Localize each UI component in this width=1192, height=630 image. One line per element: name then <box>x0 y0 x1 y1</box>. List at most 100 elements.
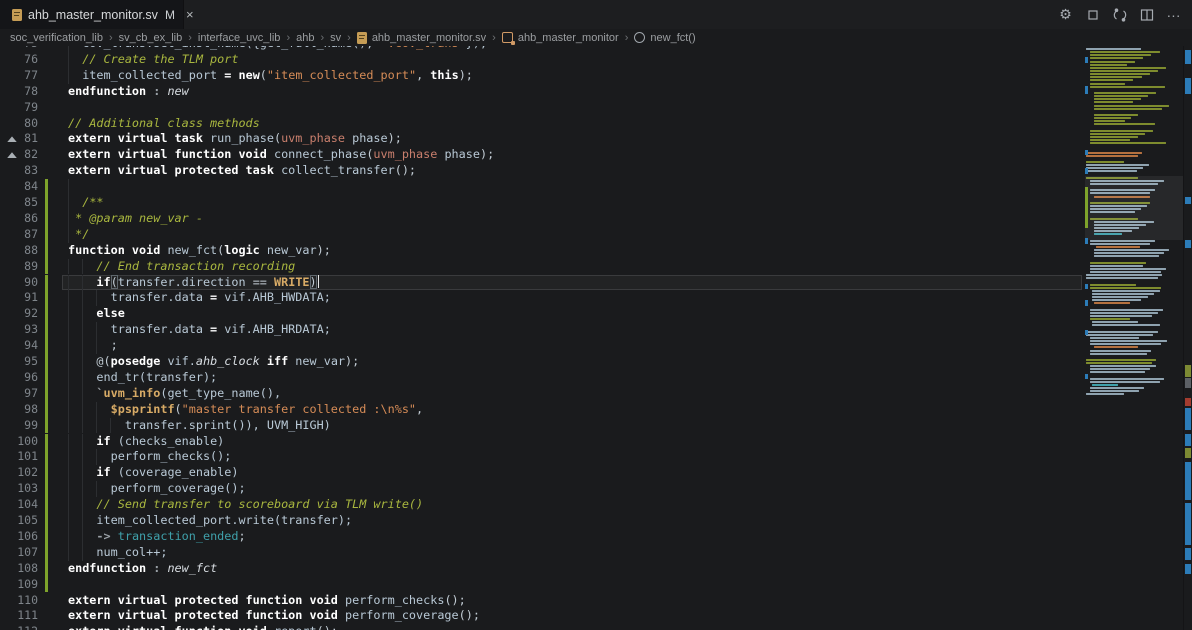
code-text[interactable]: `uvm_info(get_type_name(), <box>68 386 281 402</box>
line-number[interactable]: 91 <box>0 290 38 306</box>
breadcrumb-item[interactable]: interface_uvc_lib <box>198 32 281 44</box>
line-number[interactable]: 100 <box>0 434 38 450</box>
code-line[interactable]: 90 if(transfer.direction == WRITE) <box>0 275 1084 291</box>
line-number[interactable]: 99 <box>0 418 38 434</box>
code-line[interactable]: 104 // Send transfer to scoreboard via T… <box>0 497 1084 513</box>
split-editor-icon[interactable] <box>1138 6 1155 23</box>
tab-ahb-master-monitor[interactable]: ahb_master_monitor.sv M × <box>0 0 184 29</box>
line-number[interactable]: 107 <box>0 545 38 561</box>
code-text[interactable]: transfer.data = vif.AHB_HRDATA; <box>68 322 331 338</box>
code-text[interactable]: if (checks_enable) <box>68 434 224 450</box>
line-number[interactable]: 87 <box>0 227 38 243</box>
code-text[interactable]: $psprintf("master transfer collected :\n… <box>68 402 423 418</box>
code-text[interactable]: endfunction : new_fct <box>68 561 217 577</box>
line-number[interactable]: 86 <box>0 211 38 227</box>
breadcrumb-class[interactable]: ahb_master_monitor <box>518 32 619 44</box>
code-line[interactable]: 95 @(posedge vif.ahb_clock iff new_var); <box>0 354 1084 370</box>
code-line[interactable]: 94 ; <box>0 338 1084 354</box>
code-line[interactable]: 99 transfer.sprint()), UVM_HIGH) <box>0 418 1084 434</box>
more-actions-icon[interactable]: ··· <box>1165 6 1182 23</box>
code-line[interactable]: 79 <box>0 100 1084 116</box>
code-text[interactable]: if (coverage_enable) <box>68 465 238 481</box>
code-text[interactable]: item_collected_port.write(transfer); <box>68 513 352 529</box>
line-number[interactable]: 103 <box>0 481 38 497</box>
code-line[interactable]: 86 * @param new_var - <box>0 211 1084 227</box>
code-line[interactable]: 91 transfer.data = vif.AHB_HWDATA; <box>0 290 1084 306</box>
minimap-slider[interactable] <box>1085 176 1183 240</box>
code-text[interactable]: /** <box>68 195 104 211</box>
line-number[interactable]: 111 <box>0 608 38 624</box>
line-number[interactable]: 94 <box>0 338 38 354</box>
line-number[interactable]: 96 <box>0 370 38 386</box>
code-text[interactable]: extern virtual protected function void p… <box>68 608 480 624</box>
line-number[interactable]: 76 <box>0 52 38 68</box>
stop-square-icon[interactable] <box>1084 6 1101 23</box>
line-number[interactable]: 110 <box>0 593 38 609</box>
code-line[interactable]: 80 // Additional class methods <box>0 116 1084 132</box>
code-text[interactable]: ; <box>68 338 118 354</box>
line-number[interactable]: 105 <box>0 513 38 529</box>
line-number[interactable]: 81 <box>0 131 38 147</box>
code-line[interactable]: 105 item_collected_port.write(transfer); <box>0 513 1084 529</box>
code-text[interactable]: -> transaction_ended; <box>68 529 246 545</box>
code-line[interactable]: 84 <box>0 179 1084 195</box>
code-text[interactable]: num_col++; <box>68 545 167 561</box>
line-number[interactable]: 108 <box>0 561 38 577</box>
line-number[interactable]: 77 <box>0 68 38 84</box>
code-line[interactable]: 83 extern virtual protected task collect_… <box>0 163 1084 179</box>
code-line[interactable]: 96 end_tr(transfer); <box>0 370 1084 386</box>
code-line[interactable]: 89 // End transaction recording <box>0 259 1084 275</box>
code-text[interactable]: // Additional class methods <box>68 116 260 132</box>
code-line[interactable]: 102 if (coverage_enable) <box>0 465 1084 481</box>
code-text[interactable]: else <box>68 306 125 322</box>
code-line[interactable]: 85 /** <box>0 195 1084 211</box>
line-number[interactable]: 88 <box>0 243 38 259</box>
code-text[interactable]: end_tr(transfer); <box>68 370 217 386</box>
code-text[interactable]: extern virtual function void report(); <box>68 624 338 630</box>
line-number[interactable]: 97 <box>0 386 38 402</box>
settings-gear-icon[interactable]: ⚙ <box>1057 6 1074 23</box>
line-number[interactable]: 93 <box>0 322 38 338</box>
code-text[interactable]: @(posedge vif.ahb_clock iff new_var); <box>68 354 359 370</box>
code-line[interactable]: 109 <box>0 577 1084 593</box>
code-text[interactable]: transfer.sprint()), UVM_HIGH) <box>68 418 331 434</box>
code-text[interactable]: extern virtual function void connect_pha… <box>68 147 494 163</box>
code-line[interactable]: 112extern virtual function void report()… <box>0 624 1084 630</box>
code-line[interactable]: 108 endfunction : new_fct <box>0 561 1084 577</box>
line-number[interactable]: 84 <box>0 179 38 195</box>
code-line[interactable]: 110extern virtual protected function voi… <box>0 593 1084 609</box>
line-number[interactable]: 98 <box>0 402 38 418</box>
line-number[interactable]: 83 <box>0 163 38 179</box>
code-text[interactable]: extern virtual protected task collect_tr… <box>68 163 416 179</box>
code-line[interactable]: 103 perform_coverage(); <box>0 481 1084 497</box>
code-text[interactable]: // End transaction recording <box>68 259 295 275</box>
line-number[interactable]: 80 <box>0 116 38 132</box>
code-text[interactable]: // Create the TLM port <box>68 52 238 68</box>
code-line[interactable]: 111 extern virtual protected function voi… <box>0 608 1084 624</box>
code-text[interactable]: function void new_fct(logic new_var); <box>68 243 331 259</box>
code-line[interactable]: 106 -> transaction_ended; <box>0 529 1084 545</box>
code-line[interactable]: 88 function void new_fct(logic new_var); <box>0 243 1084 259</box>
sync-changes-icon[interactable] <box>1111 6 1128 23</box>
breadcrumb-file[interactable]: ahb_master_monitor.sv <box>372 32 486 44</box>
code-line[interactable]: 97 `uvm_info(get_type_name(), <box>0 386 1084 402</box>
breadcrumb-item[interactable]: soc_verification_lib <box>10 32 103 44</box>
code-line[interactable]: 98 $psprintf("master transfer collected … <box>0 402 1084 418</box>
breadcrumb-item[interactable]: ahb <box>296 32 314 44</box>
line-number[interactable]: 85 <box>0 195 38 211</box>
code-text[interactable]: perform_checks(); <box>68 449 231 465</box>
line-number[interactable]: 104 <box>0 497 38 513</box>
code-line[interactable]: 107 num_col++; <box>0 545 1084 561</box>
code-text[interactable]: extern virtual task run_phase(uvm_phase … <box>68 131 402 147</box>
code-text[interactable]: perform_coverage(); <box>68 481 246 497</box>
code-line[interactable]: 81 extern virtual task run_phase(uvm_phas… <box>0 131 1084 147</box>
code-text[interactable]: item_collected_port = new("item_collecte… <box>68 68 473 84</box>
line-number[interactable]: 79 <box>0 100 38 116</box>
code-line[interactable]: 87 */ <box>0 227 1084 243</box>
line-number[interactable]: 78 <box>0 84 38 100</box>
breadcrumb-method[interactable]: new_fct() <box>650 32 695 44</box>
code-line[interactable]: 101 perform_checks(); <box>0 449 1084 465</box>
line-number[interactable]: 82 <box>0 147 38 163</box>
line-number[interactable]: 95 <box>0 354 38 370</box>
code-line[interactable]: 76 // Create the TLM port <box>0 52 1084 68</box>
